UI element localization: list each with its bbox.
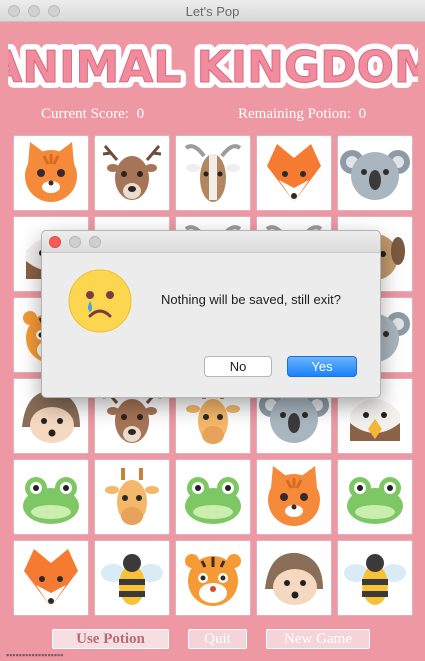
- dialog-minimize-button: [69, 236, 81, 248]
- logo-text: ANIMAL KINGDOM: [8, 42, 418, 93]
- animal-tile-giraffe[interactable]: [94, 459, 170, 535]
- koala-icon: [340, 150, 410, 200]
- animal-tile-bee[interactable]: [337, 540, 413, 616]
- animal-tile-frog[interactable]: [175, 459, 251, 535]
- game-logo: ANIMAL KINGDOM ANIMAL KINGDOM: [8, 36, 418, 99]
- dialog-zoom-button: [89, 236, 101, 248]
- cat-icon: [268, 466, 320, 526]
- animal-tile-frog[interactable]: [13, 459, 89, 535]
- potion-value: 0: [358, 106, 367, 122]
- dialog-titlebar: [42, 231, 380, 253]
- goat-icon: [184, 144, 242, 202]
- dialog-close-button[interactable]: [49, 236, 61, 248]
- score-value: 0: [136, 106, 145, 122]
- frog-icon: [23, 477, 79, 524]
- dialog-message: Nothing will be saved, still exit?: [161, 292, 341, 307]
- bee-icon: [101, 554, 163, 605]
- animal-tile-goat[interactable]: [175, 135, 251, 211]
- giraffe-icon: [105, 468, 159, 525]
- animal-tile-frog[interactable]: [337, 459, 413, 535]
- new-game-button[interactable]: New Game: [266, 629, 370, 649]
- current-score: Current Score: 0: [41, 106, 144, 123]
- bee-icon: [344, 554, 406, 605]
- animal-tile-koala[interactable]: [337, 135, 413, 211]
- window-title: Let's Pop: [185, 4, 240, 19]
- animal-tile-deer[interactable]: [94, 135, 170, 211]
- animal-tile-hedgehog[interactable]: [256, 540, 332, 616]
- fox-icon: [24, 549, 78, 607]
- footer-text: ▪▪▪▪▪▪▪▪▪▪▪▪▪▪▪▪▪▪: [6, 650, 64, 660]
- animal-tile-cat[interactable]: [256, 459, 332, 535]
- potion-label: Remaining Potion:: [238, 106, 351, 122]
- use-potion-button[interactable]: Use Potion: [52, 629, 169, 649]
- remaining-potion: Remaining Potion: 0: [238, 106, 366, 123]
- animal-tile-tiger[interactable]: [175, 540, 251, 616]
- yes-button[interactable]: Yes: [287, 356, 357, 377]
- window-titlebar: Let's Pop: [0, 0, 425, 22]
- fox-icon: [267, 144, 321, 202]
- score-label: Current Score:: [41, 106, 129, 122]
- no-button[interactable]: No: [204, 356, 272, 377]
- frog-icon: [185, 477, 241, 524]
- animal-tile-bee[interactable]: [94, 540, 170, 616]
- sad-emoji-icon: [68, 269, 132, 333]
- animal-tile-fox[interactable]: [256, 135, 332, 211]
- hedgehog-icon: [265, 552, 323, 605]
- tiger-icon: [185, 554, 241, 606]
- deer-icon: [102, 145, 162, 200]
- animal-tile-cat[interactable]: [13, 135, 89, 211]
- animal-tile-fox[interactable]: [13, 540, 89, 616]
- quit-button[interactable]: Quit: [188, 629, 247, 649]
- cat-icon: [25, 142, 77, 202]
- exit-confirm-dialog: Nothing will be saved, still exit? No Ye…: [41, 230, 381, 398]
- frog-icon: [347, 477, 403, 524]
